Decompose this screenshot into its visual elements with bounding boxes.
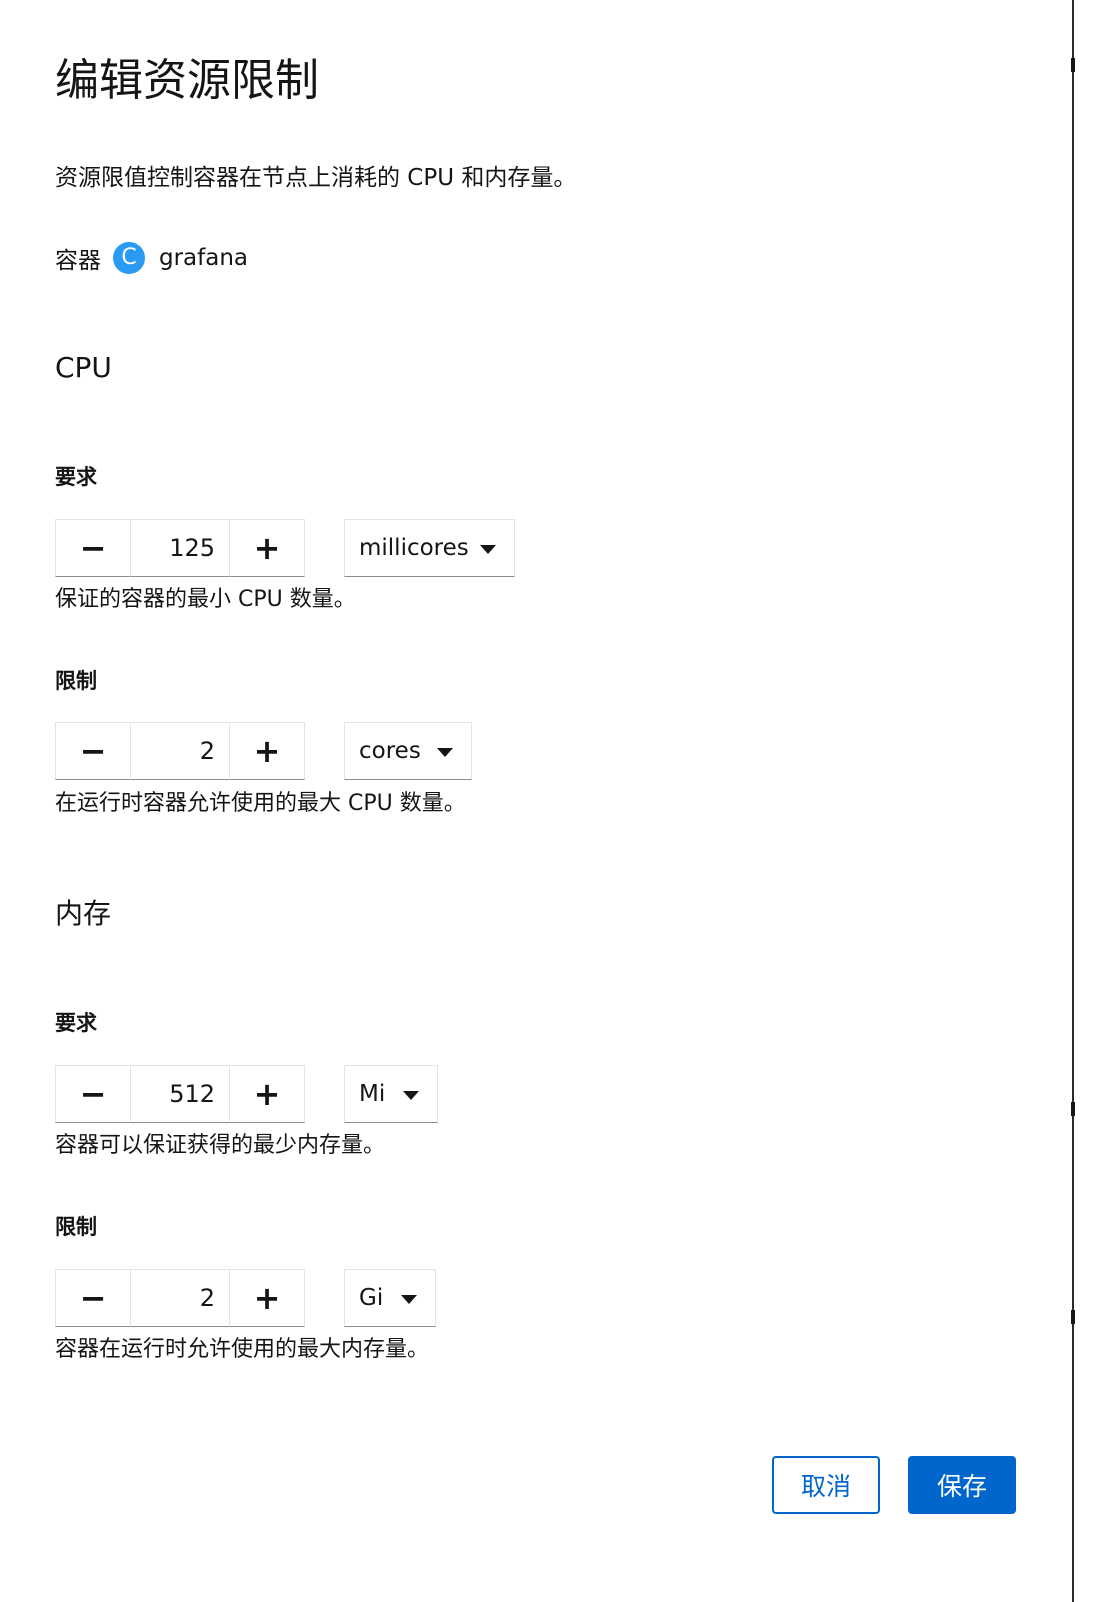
edge-marker [1071,1102,1075,1116]
cpu-limit-label: 限制 [55,669,97,693]
cpu-limit-input[interactable]: 2 [131,722,229,780]
container-row: 容器 C grafana [55,240,248,276]
cpu-limit-spinner: − 2 + [55,722,307,780]
memory-limit-unit-select[interactable]: Gi [344,1269,436,1327]
memory-request-unit-value: Mi [359,1081,386,1107]
cpu-request-label: 要求 [55,465,97,489]
cpu-request-unit-value: millicores [359,535,469,561]
edit-resource-limits-modal: 编辑资源限制 资源限值控制容器在节点上消耗的 CPU 和内存量。 容器 C gr… [0,0,1072,1602]
memory-request-unit-select[interactable]: Mi [344,1065,438,1123]
cpu-limit-unit-value: cores [359,738,421,764]
caret-down-icon [437,748,453,757]
caret-down-icon [480,545,496,554]
save-button[interactable]: 保存 [908,1456,1016,1514]
memory-section-title: 内存 [55,897,112,930]
window-edge [1071,0,1096,1602]
caret-down-icon [401,1295,417,1304]
cpu-request-spinner: − 125 + [55,519,307,577]
memory-request-spinner: − 512 + [55,1065,307,1123]
cpu-limit-helper: 在运行时容器允许使用的最大 CPU 数量。 [55,791,466,816]
memory-limit-input[interactable]: 2 [131,1269,229,1327]
edge-marker [1071,58,1075,72]
memory-limit-spinner: − 2 + [55,1269,307,1327]
caret-down-icon [403,1091,419,1100]
cpu-request-helper: 保证的容器的最小 CPU 数量。 [55,587,356,612]
container-name: grafana [159,245,249,271]
memory-request-helper: 容器可以保证获得的最少内存量。 [55,1133,386,1158]
memory-request-input[interactable]: 512 [131,1065,229,1123]
memory-limit-helper: 容器在运行时允许使用的最大内存量。 [55,1337,430,1362]
memory-limit-label: 限制 [55,1215,97,1239]
cpu-request-increment-button[interactable]: + [229,519,305,577]
cancel-button[interactable]: 取消 [772,1456,880,1514]
cpu-limit-increment-button[interactable]: + [229,722,305,780]
cpu-limit-unit-select[interactable]: cores [344,722,472,780]
memory-limit-unit-value: Gi [359,1285,384,1311]
cpu-section-title: CPU [55,351,112,384]
container-badge-icon: C [113,242,145,274]
edge-marker [1071,1310,1075,1324]
cpu-request-unit-select[interactable]: millicores [344,519,515,577]
memory-request-label: 要求 [55,1011,97,1035]
container-label: 容器 [55,248,101,274]
cpu-request-decrement-button[interactable]: − [55,519,131,577]
memory-request-decrement-button[interactable]: − [55,1065,131,1123]
cpu-limit-decrement-button[interactable]: − [55,722,131,780]
modal-description: 资源限值控制容器在节点上消耗的 CPU 和内存量。 [55,165,577,191]
cpu-request-input[interactable]: 125 [131,519,229,577]
modal-title: 编辑资源限制 [55,55,319,106]
memory-request-increment-button[interactable]: + [229,1065,305,1123]
memory-limit-decrement-button[interactable]: − [55,1269,131,1327]
memory-limit-increment-button[interactable]: + [229,1269,305,1327]
